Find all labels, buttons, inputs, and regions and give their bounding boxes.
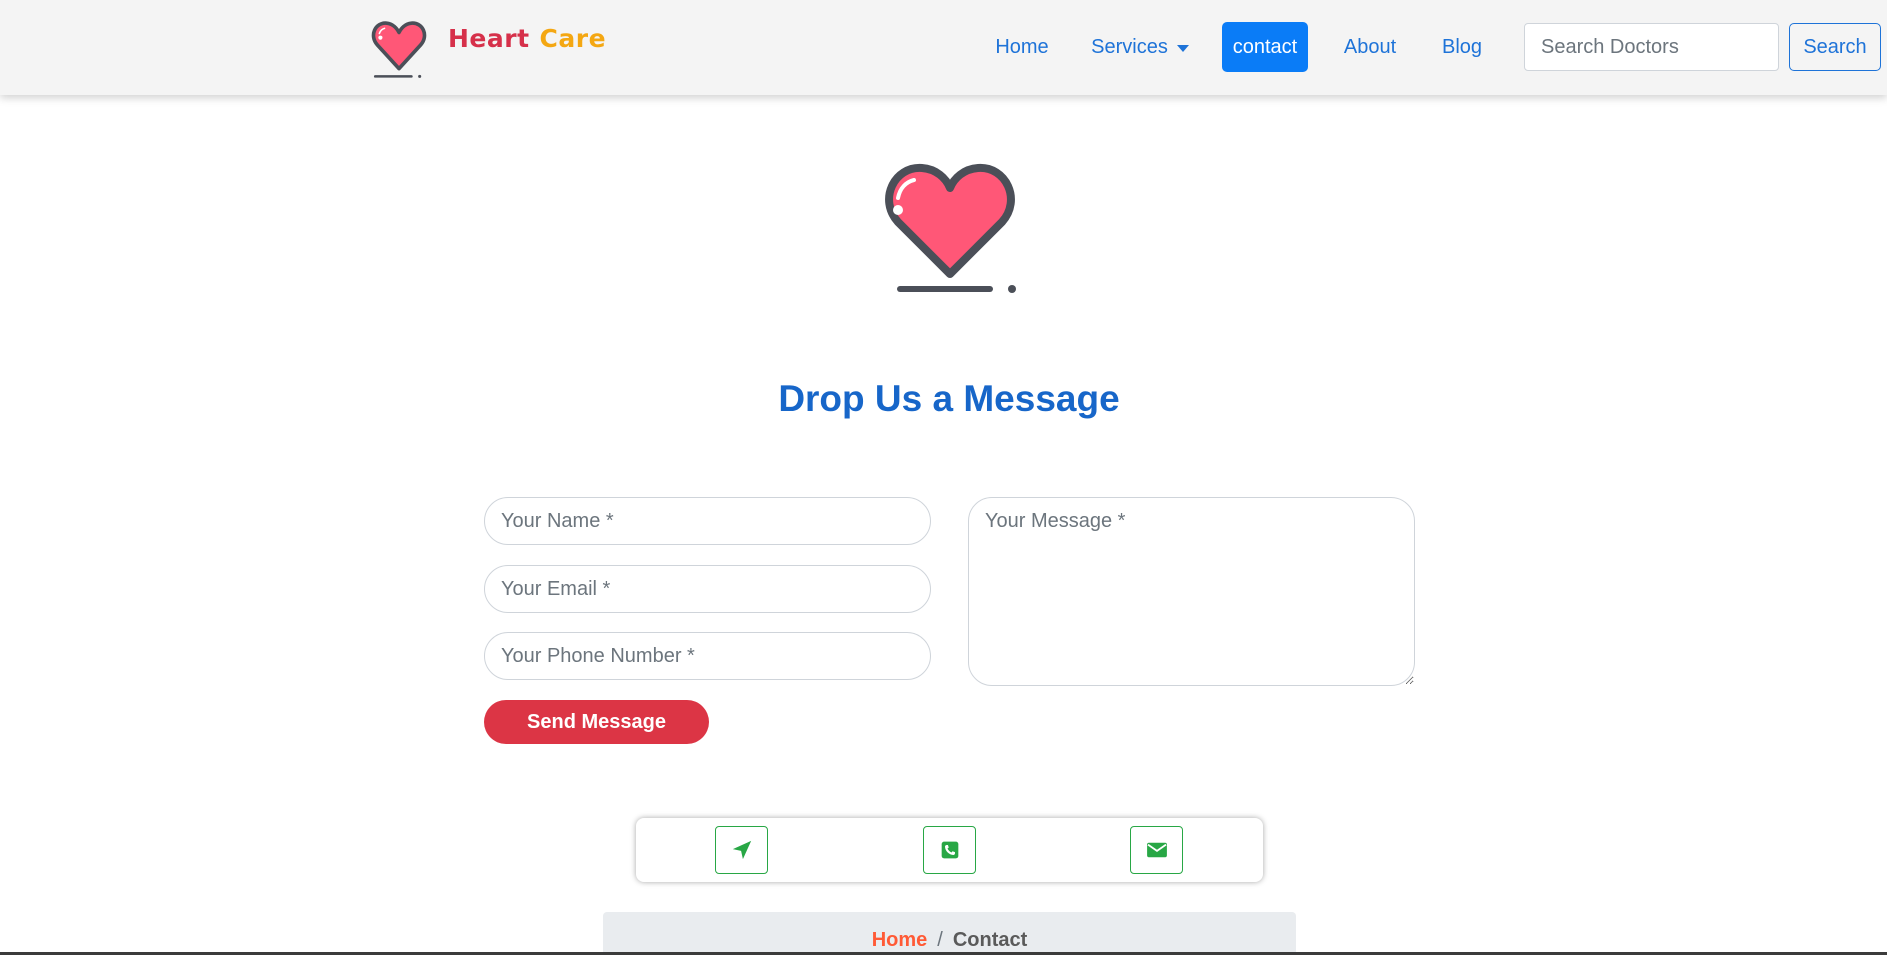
- heart-logo-icon: [371, 21, 427, 78]
- nav-blog[interactable]: Blog: [1434, 22, 1490, 72]
- location-arrow-icon: [732, 840, 751, 860]
- message-field[interactable]: [968, 497, 1415, 686]
- heart-hero-icon: [885, 164, 1016, 293]
- phone-button[interactable]: [923, 826, 976, 874]
- brand-name: Heart Care: [448, 24, 606, 53]
- phone-icon: [941, 841, 958, 859]
- nav-about[interactable]: About: [1334, 22, 1406, 72]
- contact-icons-card: [636, 818, 1263, 882]
- email-button[interactable]: [1130, 826, 1183, 874]
- phone-field[interactable]: [484, 632, 931, 680]
- nav-services-label: Services: [1091, 35, 1168, 58]
- brand[interactable]: Heart Care: [366, 18, 606, 80]
- section-title: Drop Us a Message: [778, 378, 1120, 419]
- brand-word-heart: Heart: [448, 23, 530, 53]
- nav-services-dropdown[interactable]: Services: [1086, 22, 1194, 72]
- navbar: Heart Care Home Services contact About Bl…: [0, 0, 1887, 95]
- send-message-button[interactable]: Send Message: [484, 700, 709, 744]
- location-button[interactable]: [715, 826, 768, 874]
- breadcrumb: Home / Contact: [603, 912, 1296, 955]
- search-doctors-input[interactable]: [1524, 23, 1779, 71]
- search-button[interactable]: Search: [1789, 23, 1881, 71]
- nav-home[interactable]: Home: [988, 22, 1056, 72]
- name-field[interactable]: [484, 497, 931, 545]
- envelope-icon: [1146, 842, 1167, 858]
- brand-word-care: Care: [539, 23, 607, 53]
- email-field[interactable]: [484, 565, 931, 613]
- caret-down-icon: [1176, 44, 1189, 52]
- nav-contact[interactable]: contact: [1222, 22, 1308, 72]
